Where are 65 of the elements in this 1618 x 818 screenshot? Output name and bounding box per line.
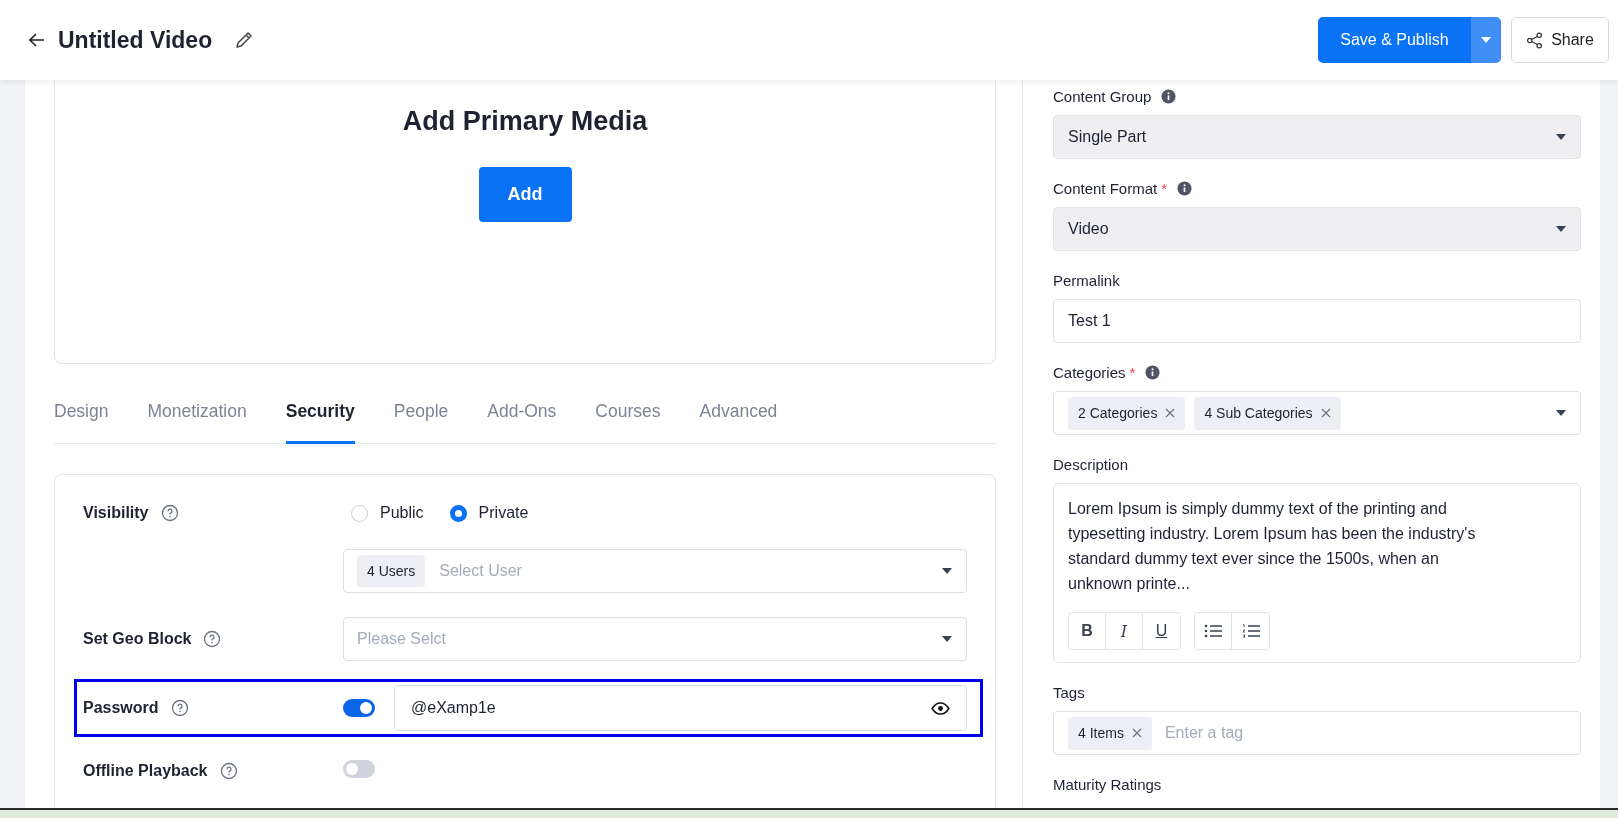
help-icon [203, 630, 222, 648]
save-publish-button[interactable]: Save & Publish [1318, 17, 1471, 63]
field-label: Content Group [1053, 87, 1152, 105]
format-button[interactable]: B [1069, 613, 1106, 649]
bullet-list-icon [1204, 624, 1222, 638]
remove-icon[interactable] [1320, 408, 1331, 418]
tab[interactable]: Monetization [147, 395, 247, 444]
radio-button[interactable] [449, 504, 467, 522]
numbered-list-icon [1241, 624, 1260, 638]
caret-icon [1481, 37, 1491, 43]
help-icon [219, 762, 238, 780]
field-label: Permalink [1053, 271, 1120, 289]
radio-label: Private [478, 504, 529, 522]
tab[interactable]: Design [54, 395, 109, 444]
tab[interactable]: Add-Ons [487, 395, 557, 444]
field-label: Maturity Ratings [1053, 775, 1162, 793]
tab[interactable]: People [393, 395, 449, 444]
toggle-switch[interactable] [343, 699, 375, 717]
password-field[interactable]: @eXamp1e [394, 685, 967, 731]
field-label: Tags [1053, 683, 1085, 701]
video-title: Untitled Video [58, 26, 213, 54]
chip: 4 Items [1068, 716, 1152, 750]
chip: 2 Categories [1068, 396, 1186, 430]
select-field[interactable]: Video [1053, 207, 1581, 251]
media-title: Add Primary Media [402, 105, 648, 138]
field-label: Visibility [83, 504, 149, 522]
field-label: Categories [1053, 363, 1126, 381]
tab[interactable]: Advanced [699, 395, 778, 444]
field-label: Content Format [1053, 179, 1158, 197]
remove-icon[interactable] [1131, 728, 1142, 738]
eye-icon[interactable] [931, 701, 950, 715]
toggle-switch[interactable] [343, 760, 375, 778]
radio-label: Public [380, 504, 424, 522]
user-select[interactable]: 4 Users Select User [343, 549, 967, 593]
add-button[interactable]: Add [478, 167, 572, 222]
dropdown-icon [1556, 134, 1566, 140]
description-editor[interactable]: Lorem Ipsum is simply dummy text of the printing and typesetting industry. Lorem Ipsum has been the industry's standard dummy text ever since the 1500s, when an unknown printe... B I U [1053, 483, 1581, 663]
dropdown-icon [942, 568, 952, 574]
required-mark: * [1161, 179, 1168, 197]
share-button[interactable]: Share [1511, 17, 1609, 63]
help-icon [170, 699, 189, 717]
bullet-list-button[interactable] [1195, 613, 1232, 649]
tags-field[interactable]: 4 Items Enter a tag [1053, 711, 1581, 755]
share-icon [1526, 31, 1544, 49]
tab[interactable]: Security [285, 395, 355, 444]
description-text: Lorem Ipsum is simply dummy text of the printing and typesetting industry. Lorem Ipsum has been the industry's standard dummy text ever since the 1500s, when an unknown printe... [1068, 499, 1477, 594]
chip: 4 Sub Categories [1194, 396, 1341, 430]
help-icon [160, 504, 179, 522]
remove-icon[interactable] [1165, 408, 1176, 418]
dropdown-icon [1556, 226, 1566, 232]
field-label: Set Geo Block [83, 630, 192, 648]
select-field[interactable]: Single Part [1053, 115, 1581, 159]
back-arrow-icon[interactable] [29, 33, 45, 47]
field-label: Offline Playback [83, 762, 208, 780]
field-label: Description [1053, 455, 1129, 473]
multi-select-field[interactable]: 2 Categories 4 Sub Categories [1053, 391, 1581, 435]
publish-options-button[interactable] [1471, 17, 1501, 63]
field-label: Password [83, 699, 159, 717]
text-field[interactable]: Test 1 [1053, 299, 1581, 343]
pencil-icon[interactable] [234, 30, 255, 50]
dropdown-icon [942, 636, 952, 642]
required-mark: * [1129, 363, 1136, 381]
dropdown-icon [1556, 410, 1566, 416]
user-chip: 4 Users [357, 555, 426, 587]
tab[interactable]: Courses [595, 395, 661, 444]
